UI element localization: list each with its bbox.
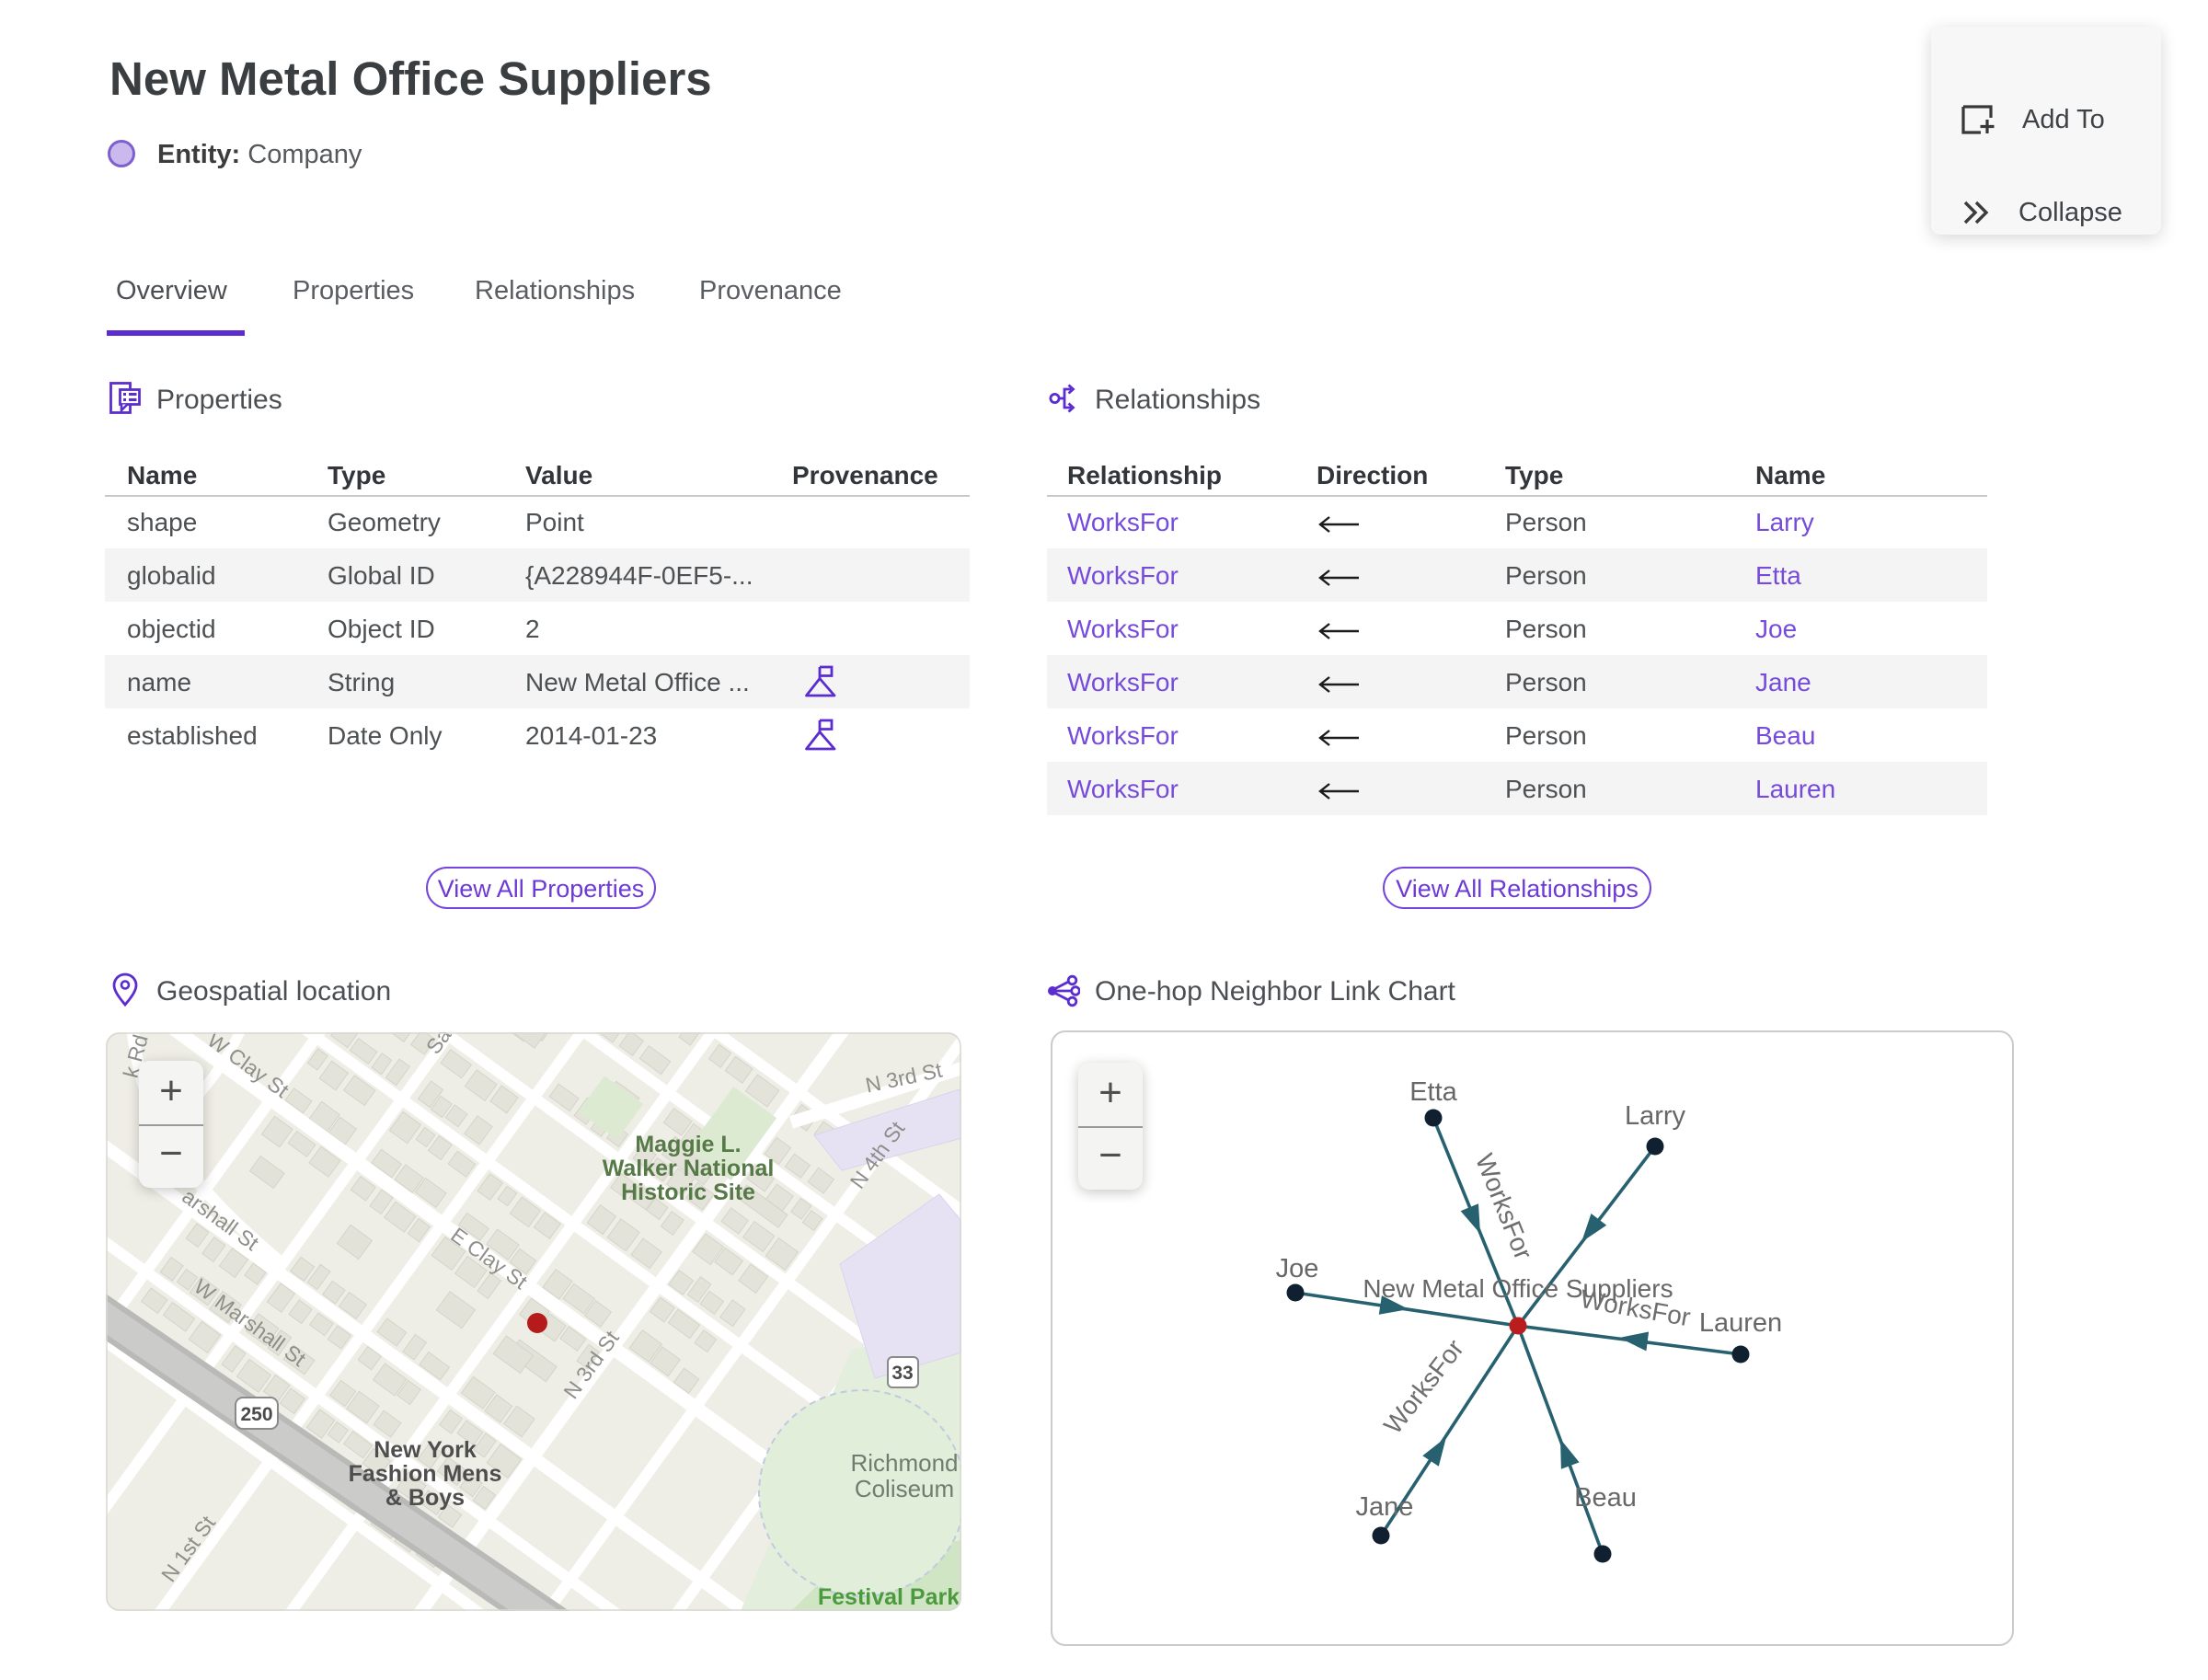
svg-text:Etta: Etta	[1409, 1077, 1457, 1107]
svg-text:Larry: Larry	[1625, 1101, 1686, 1131]
svg-text:Festival Park: Festival Park	[818, 1584, 960, 1610]
svg-text:250: 250	[240, 1404, 272, 1425]
svg-text:Walker National: Walker National	[603, 1156, 775, 1181]
svg-text:Fashion Mens: Fashion Mens	[349, 1461, 502, 1487]
svg-text:Beau: Beau	[1574, 1483, 1637, 1513]
svg-text:WorksFor: WorksFor	[1470, 1150, 1538, 1264]
svg-text:Maggie L.: Maggie L.	[635, 1132, 741, 1157]
svg-text:Historic Site: Historic Site	[621, 1179, 755, 1205]
svg-text:Jane: Jane	[1356, 1492, 1414, 1522]
svg-text:Lauren: Lauren	[1699, 1308, 1782, 1338]
svg-text:New York: New York	[374, 1437, 477, 1463]
svg-text:Joe: Joe	[1276, 1254, 1319, 1283]
svg-text:& Boys: & Boys	[385, 1485, 465, 1511]
svg-text:Coliseum: Coliseum	[855, 1475, 954, 1502]
svg-text:Richmond: Richmond	[850, 1449, 958, 1477]
svg-text:33: 33	[891, 1363, 913, 1384]
